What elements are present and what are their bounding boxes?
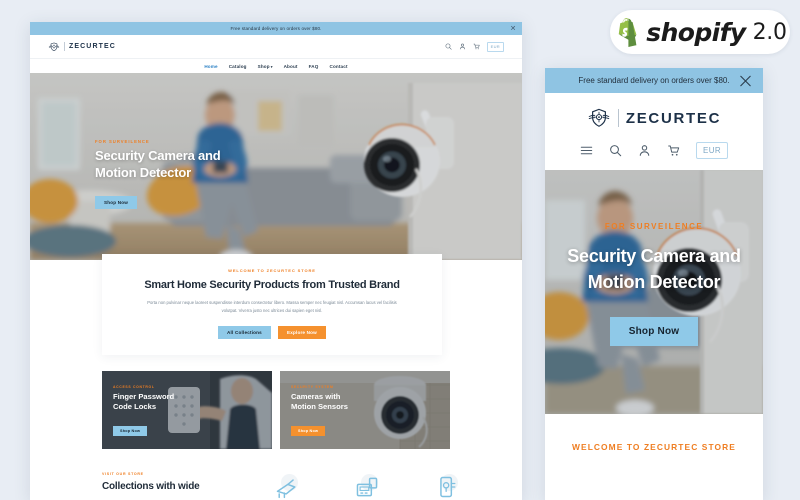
- collection-item-3[interactable]: [434, 474, 460, 500]
- nav-item-about[interactable]: About: [284, 64, 298, 69]
- mobile-welcome-section: WELCOME TO ZECURTEC STORE: [545, 414, 763, 452]
- promo-heading-2: Cameras with Motion Sensors: [291, 392, 348, 412]
- promo-heading-2-line2: Motion Sensors: [291, 401, 348, 411]
- hero-heading: Security Camera and Motion Detector: [95, 148, 221, 181]
- collections-eyebrow: VISIT OUR STORE: [102, 472, 144, 476]
- nav-item-faq[interactable]: FAQ: [309, 64, 319, 69]
- collections-section: VISIT OUR STORE Collections with wide: [102, 472, 522, 500]
- promo-eyebrow-2: SECURITY SYSTEM: [291, 385, 334, 389]
- promo-cards-row: ACCESS CONTROL Finger Password Code Lock…: [102, 371, 450, 449]
- nav-label: Contact: [329, 63, 348, 69]
- winged-shield-icon: [48, 42, 60, 51]
- desktop-header-icons: EUR: [445, 41, 504, 52]
- hero-shop-now-button[interactable]: Shop Now: [95, 196, 138, 210]
- mobile-hero-banner: FOR SURVEILENCE Security Camera and Moti…: [545, 170, 763, 414]
- site-logo[interactable]: ZECURTEC: [48, 41, 116, 53]
- welcome-heading: Smart Home Security Products from Truste…: [144, 279, 400, 291]
- logo-divider: [64, 42, 65, 51]
- collections-heading: Collections with wide: [102, 481, 200, 492]
- all-collections-button[interactable]: All Collections: [218, 325, 271, 339]
- shopify-bag-icon: [619, 17, 637, 47]
- mobile-hero-heading-line1: Security Camera and: [567, 246, 741, 266]
- welcome-section-card: WELCOME TO ZECURTEC STORE Smart Home Sec…: [102, 254, 442, 355]
- promo-card-security-system[interactable]: SECURITY SYSTEM Cameras with Motion Sens…: [280, 371, 450, 449]
- nav-item-contact[interactable]: Contact: [330, 64, 348, 69]
- search-icon[interactable]: [609, 144, 622, 157]
- nav-label: Catalog: [228, 63, 247, 69]
- security-camera-icon: [276, 479, 296, 499]
- desktop-announcement-bar: Free standard delivery on orders over $8…: [30, 22, 522, 35]
- mobile-logo-text: ZECURTEC: [625, 109, 722, 127]
- promo-shop-now-button-1[interactable]: Shop Now: [113, 425, 148, 436]
- winged-shield-icon: [588, 108, 610, 127]
- shopify-wordmark: shopify: [646, 17, 746, 47]
- account-icon[interactable]: [459, 43, 466, 50]
- logo-divider: [617, 109, 619, 127]
- nav-item-catalog[interactable]: Catalog: [229, 64, 247, 69]
- announcement-text: Free standard delivery on orders over $8…: [230, 26, 322, 31]
- nav-label: About: [283, 63, 298, 69]
- shopify-version-badge: shopify 2.0: [610, 10, 790, 54]
- promo-card-access-control[interactable]: ACCESS CONTROL Finger Password Code Lock…: [102, 371, 272, 449]
- nav-item-home[interactable]: Home: [204, 64, 217, 69]
- nav-item-shop[interactable]: Shop▾: [258, 64, 273, 69]
- currency-selector[interactable]: EUR: [486, 41, 504, 52]
- cart-icon[interactable]: [473, 43, 480, 50]
- desktop-hero-banner: FOR SURVEILENCE Security Camera and Moti…: [30, 73, 522, 260]
- promo-shop-now-button-2[interactable]: Shop Now: [291, 425, 326, 436]
- promo-heading-1-line1: Finger Password: [113, 392, 175, 401]
- mobile-site-logo[interactable]: ZECURTEC: [545, 106, 763, 130]
- desktop-header: ZECURTEC EUR: [30, 35, 522, 58]
- mobile-header: ZECURTEC EUR: [545, 93, 763, 170]
- mobile-currency-selector[interactable]: EUR: [695, 142, 729, 159]
- welcome-button-group: All Collections Explore Now: [128, 325, 416, 339]
- shopify-version: 2.0: [752, 19, 787, 45]
- explore-now-button[interactable]: Explore Now: [277, 325, 326, 339]
- hero-heading-line2: Motion Detector: [95, 164, 191, 180]
- mobile-hero-eyebrow: FOR SURVEILENCE: [604, 222, 704, 231]
- collection-item-2[interactable]: [354, 474, 380, 500]
- promo-heading-1-line2: Code Locks: [113, 401, 157, 411]
- mobile-announcement-bar: Free standard delivery on orders over $8…: [545, 68, 763, 93]
- mobile-shop-now-button[interactable]: Shop Now: [609, 317, 699, 347]
- mobile-welcome-eyebrow: WELCOME TO ZECURTEC STORE: [572, 442, 736, 452]
- hero-copy-block: FOR SURVEILENCE Security Camera and Moti…: [95, 139, 221, 210]
- welcome-eyebrow: WELCOME TO ZECURTEC STORE: [228, 268, 316, 273]
- promo-eyebrow-1: ACCESS CONTROL: [113, 385, 155, 389]
- nav-label: Shop: [257, 63, 270, 69]
- close-icon[interactable]: ✕: [510, 25, 516, 32]
- nav-label: FAQ: [308, 63, 319, 69]
- cart-icon[interactable]: [667, 144, 680, 157]
- close-icon[interactable]: [740, 75, 751, 86]
- promo-heading-1: Finger Password Code Locks: [113, 392, 174, 412]
- mobile-announcement-text: Free standard delivery on orders over $8…: [578, 76, 730, 85]
- nav-label: Home: [204, 63, 218, 69]
- collections-icon-row: [274, 474, 460, 500]
- welcome-body-text: Porta non pulvinar neque laoreet suspend…: [147, 300, 397, 313]
- chevron-down-icon: ▾: [270, 64, 273, 69]
- desktop-main-nav: Home Catalog Shop▾ About FAQ Contact: [30, 58, 522, 73]
- mobile-header-icons: EUR: [545, 142, 763, 159]
- logo-text: ZECURTEC: [69, 43, 116, 50]
- promo-heading-2-line1: Cameras with: [291, 392, 341, 401]
- hero-eyebrow: FOR SURVEILENCE: [95, 139, 150, 144]
- mobile-hero-heading-line2: Motion Detector: [587, 272, 721, 293]
- search-icon[interactable]: [445, 43, 452, 50]
- mobile-hero-copy-block: FOR SURVEILENCE Security Camera and Moti…: [545, 222, 763, 347]
- collection-item-1[interactable]: [274, 474, 300, 500]
- promo-copy-2: SECURITY SYSTEM Cameras with Motion Sens…: [291, 385, 348, 437]
- account-icon[interactable]: [638, 144, 651, 157]
- desktop-preview-window: Free standard delivery on orders over $8…: [30, 22, 522, 500]
- hero-cta-wrap: Shop Now: [95, 191, 221, 210]
- mobile-preview-window: Free standard delivery on orders over $8…: [545, 68, 763, 500]
- hero-heading-line1: Security Camera and: [95, 148, 221, 163]
- promo-copy-1: ACCESS CONTROL Finger Password Code Lock…: [113, 385, 174, 437]
- door-lock-icon: [440, 476, 456, 498]
- collections-copy: VISIT OUR STORE Collections with wide: [102, 472, 252, 492]
- alarm-panel-icon: [356, 477, 378, 497]
- mobile-hero-heading: Security Camera and Motion Detector: [545, 243, 763, 295]
- menu-icon[interactable]: [580, 144, 593, 157]
